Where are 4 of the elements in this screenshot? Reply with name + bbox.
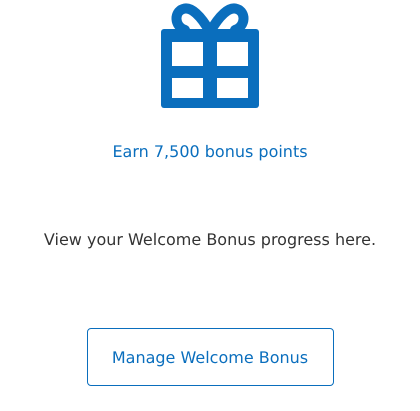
gift-icon: [161, 2, 259, 108]
manage-bonus-button[interactable]: Manage Welcome Bonus: [86, 328, 334, 386]
headline: Earn 7,500 bonus points: [112, 142, 308, 161]
description: View your Welcome Bonus progress here.: [44, 230, 376, 249]
